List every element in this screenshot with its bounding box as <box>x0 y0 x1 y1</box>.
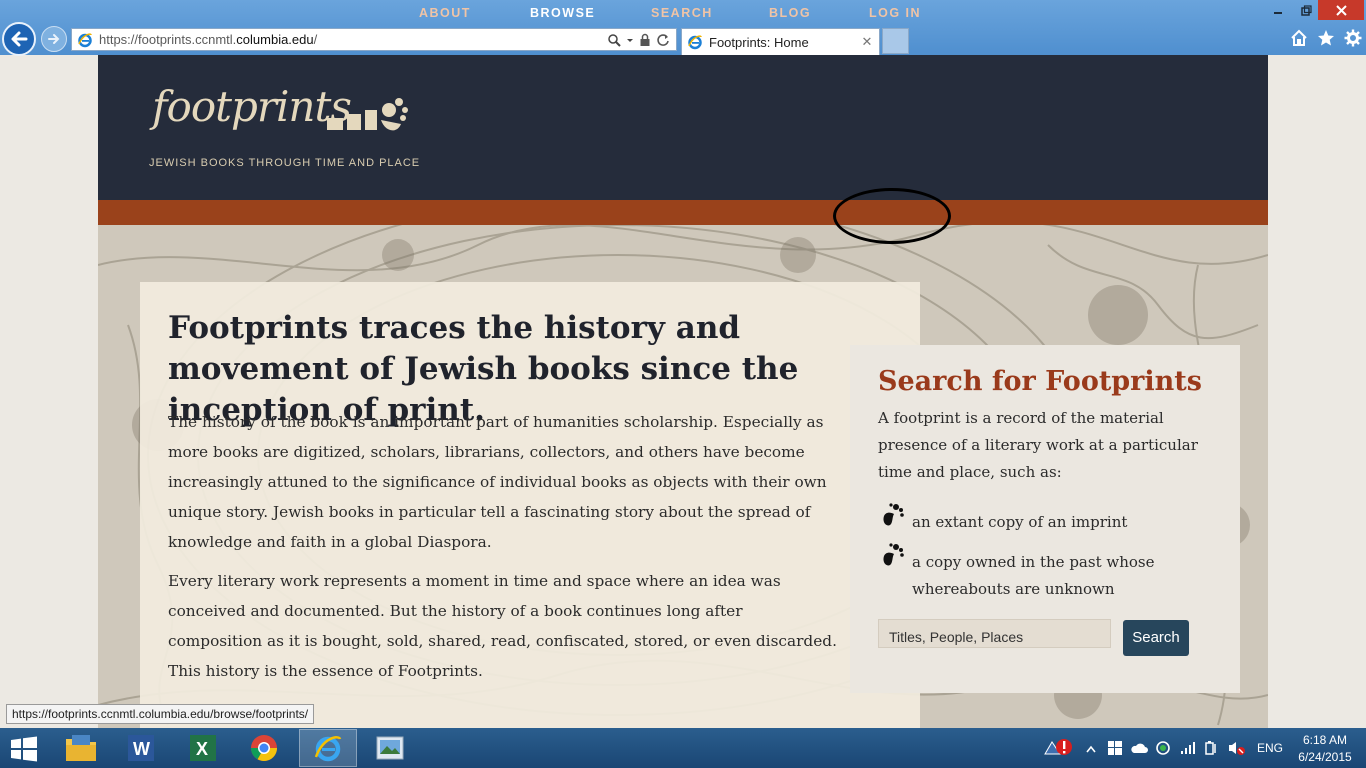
dropdown-arrow-icon[interactable] <box>626 33 634 47</box>
word-icon: W <box>128 735 154 761</box>
onedrive-cloud-icon[interactable] <box>1130 742 1148 754</box>
login-highlight-circle <box>833 188 951 244</box>
address-bar-icons <box>607 33 670 47</box>
ie-logo-icon <box>78 32 92 47</box>
browser-toolbar <box>1290 29 1362 47</box>
url-domain: columbia.edu <box>236 32 314 47</box>
system-tray <box>1042 738 1074 764</box>
arrow-right-icon <box>48 34 60 44</box>
gear-icon[interactable] <box>1344 29 1362 47</box>
network-signal-icon[interactable] <box>1180 741 1196 755</box>
tab-footprints-home[interactable]: Footprints: Home ✕ <box>681 28 880 55</box>
svg-text:W: W <box>133 739 150 759</box>
clock-date[interactable]: 6/24/2015 <box>1297 750 1353 764</box>
lock-icon[interactable] <box>639 33 651 47</box>
clock-time[interactable]: 6:18 AM <box>1300 733 1350 747</box>
home-icon[interactable] <box>1290 29 1308 47</box>
volume-muted-icon[interactable] <box>1228 740 1246 756</box>
windows-start-icon[interactable] <box>10 736 38 762</box>
search-panel-title: Search for Footprints <box>878 366 1202 397</box>
forward-button[interactable] <box>41 26 67 52</box>
search-panel-description: A footprint is a record of the material … <box>878 409 1198 481</box>
footprint-type-1: an extant copy of an imprint <box>912 513 1128 531</box>
taskbar-word[interactable]: W <box>112 729 170 767</box>
main-nav <box>98 200 1268 225</box>
status-bar-url: https://footprints.ccnmtl.columbia.edu/b… <box>6 704 315 724</box>
search-input[interactable]: Titles, People, Places <box>878 619 1111 648</box>
new-tab-button[interactable] <box>882 28 909 54</box>
nav-search[interactable]: SEARCH <box>651 0 713 25</box>
intro-paragraph-2: Every literary work represents a moment … <box>168 572 837 680</box>
battery-icon[interactable] <box>1204 740 1220 756</box>
nav-browse[interactable]: BROWSE <box>530 0 595 25</box>
tab-favicon-icon <box>688 35 702 50</box>
close-window-button[interactable] <box>1318 0 1364 20</box>
tab-title: Footprints: Home <box>709 34 809 50</box>
taskbar-file-explorer[interactable] <box>52 729 110 767</box>
minimize-button[interactable] <box>1264 0 1292 20</box>
chrome-icon <box>250 735 278 762</box>
back-button[interactable] <box>2 22 36 56</box>
tab-close-icon[interactable]: ✕ <box>859 34 875 50</box>
taskbar-internet-explorer[interactable] <box>299 729 357 767</box>
close-icon <box>1335 4 1347 16</box>
excel-icon: X <box>190 735 216 761</box>
restore-button[interactable] <box>1292 0 1320 20</box>
search-button[interactable]: Search <box>1123 620 1189 656</box>
favorites-star-icon[interactable] <box>1317 29 1335 47</box>
language-indicator[interactable]: ENG <box>1257 741 1283 755</box>
svg-text:X: X <box>196 739 208 759</box>
arrow-left-icon <box>11 31 28 47</box>
taskbar-chrome[interactable] <box>235 729 293 767</box>
action-center-warning-icon[interactable] <box>1042 738 1074 764</box>
refresh-icon[interactable] <box>656 33 670 47</box>
taskbar-photo-viewer[interactable] <box>361 729 419 767</box>
url-prefix: https://footprints.ccnmtl. <box>99 32 237 47</box>
address-bar[interactable]: https://footprints.ccnmtl.columbia.edu/ <box>71 28 677 51</box>
site-tagline: JEWISH BOOKS THROUGH TIME AND PLACE <box>149 157 421 169</box>
minimize-icon <box>1274 12 1282 14</box>
nav-blog[interactable]: BLOG <box>769 0 811 25</box>
folder-icon <box>66 735 96 761</box>
intro-paragraph-1: The history of the book is an important … <box>168 413 827 551</box>
site-logo-wordmark[interactable]: footprints <box>152 82 352 131</box>
ie-icon <box>314 736 342 762</box>
url-suffix: / <box>313 32 318 47</box>
url-text: https://footprints.ccnmtl.columbia.edu/ <box>99 32 607 47</box>
windows-flag-tray-icon[interactable] <box>1108 741 1122 755</box>
nav-about[interactable]: ABOUT <box>419 0 471 25</box>
sync-icon[interactable] <box>1155 740 1171 756</box>
restore-icon <box>1300 4 1312 16</box>
taskbar-excel[interactable]: X <box>174 729 232 767</box>
footprint-type-2: a copy owned in the past whose whereabou… <box>912 553 1155 598</box>
footprint-icon <box>883 503 904 526</box>
search-icon[interactable] <box>607 33 621 47</box>
footprint-logo-icon <box>327 98 408 131</box>
photo-viewer-icon <box>376 736 404 760</box>
tray-expand-icon[interactable] <box>1085 744 1097 754</box>
footprint-icon <box>883 543 904 566</box>
nav-login[interactable]: LOG IN <box>869 0 921 25</box>
